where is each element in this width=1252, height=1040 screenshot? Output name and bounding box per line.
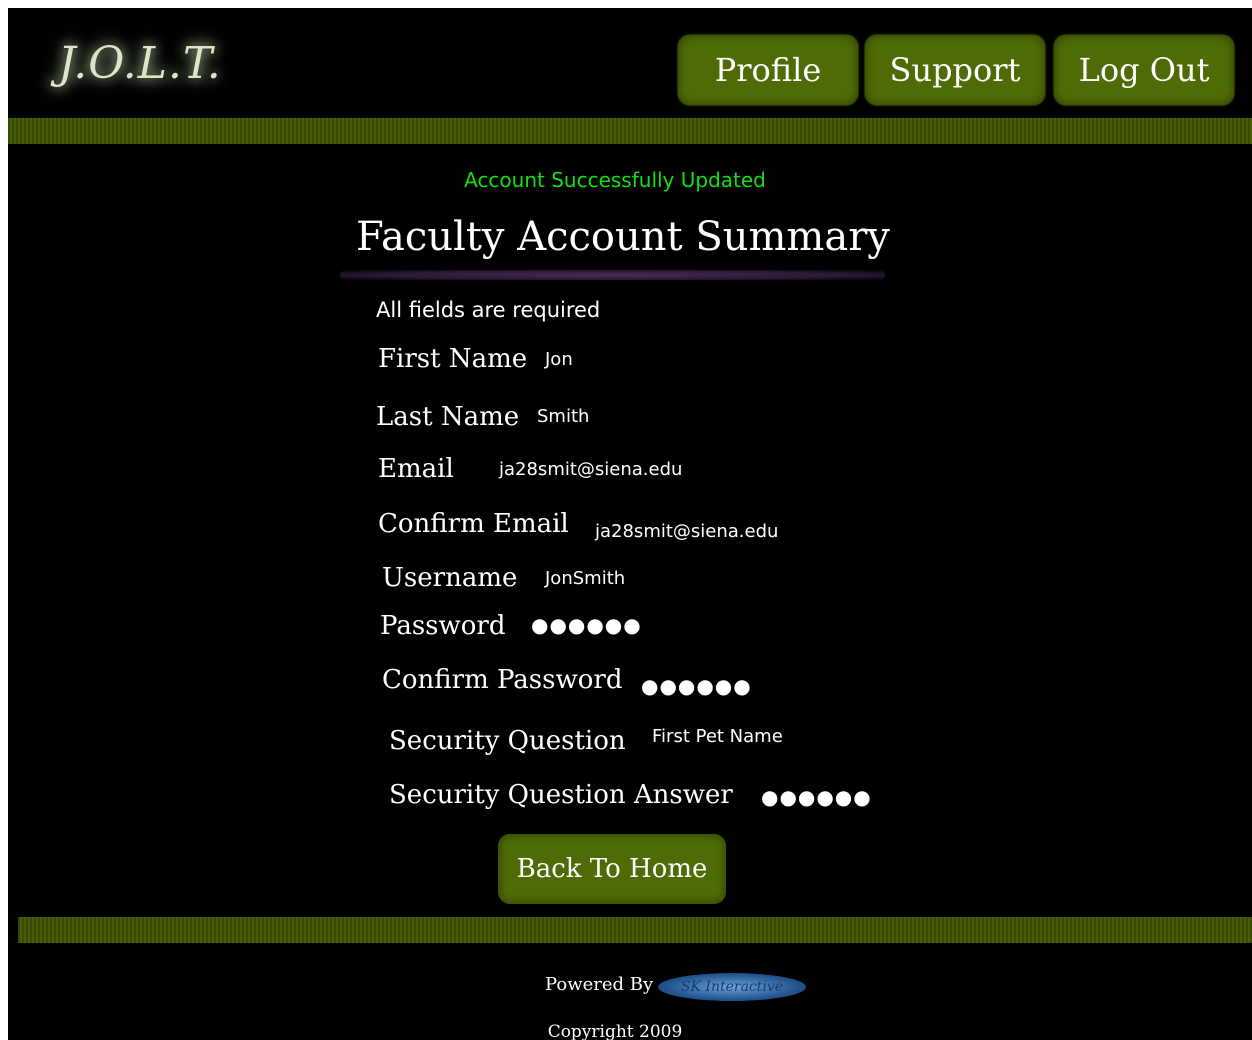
last-name-label: Last Name [376,402,520,432]
status-message: Account Successfully Updated [464,168,766,192]
header-divider-bar [8,118,1252,144]
security-answer-value: ●●●●●● [761,785,872,809]
password-value: ●●●●●● [531,613,642,637]
powered-by-label: Powered By [545,974,654,995]
username-label: Username [382,563,518,593]
copyright-text: Copyright 2009 [547,1022,683,1040]
page-title: Faculty Account Summary [356,214,890,260]
required-note: All fields are required [376,298,601,322]
app-frame: J.O.L.T. Profile Support Log Out Account… [8,8,1252,1040]
confirm-password-value: ●●●●●● [641,674,752,698]
footer-divider-bar [18,917,1252,943]
first-name-value: Jon [545,349,573,370]
profile-button[interactable]: Profile [678,35,858,105]
first-name-label: First Name [378,344,528,374]
email-value: ja28smit@siena.edu [499,459,683,480]
password-label: Password [380,611,506,641]
security-question-label: Security Question [389,726,626,756]
security-question-value: First Pet Name [652,726,783,747]
email-label: Email [378,454,454,484]
confirm-email-value: ja28smit@siena.edu [595,521,779,542]
title-underline [340,270,885,280]
jolt-logo: J.O.L.T. [58,38,222,89]
sponsor-logo[interactable]: SK Interactive [658,973,806,1001]
confirm-password-label: Confirm Password [382,665,623,695]
logout-button[interactable]: Log Out [1054,35,1234,105]
security-answer-label: Security Question Answer [389,780,733,810]
last-name-value: Smith [537,406,590,427]
support-button[interactable]: Support [865,35,1045,105]
confirm-email-label: Confirm Email [378,509,569,539]
back-to-home-button[interactable]: Back To Home [498,834,726,904]
username-value: JonSmith [545,568,626,589]
